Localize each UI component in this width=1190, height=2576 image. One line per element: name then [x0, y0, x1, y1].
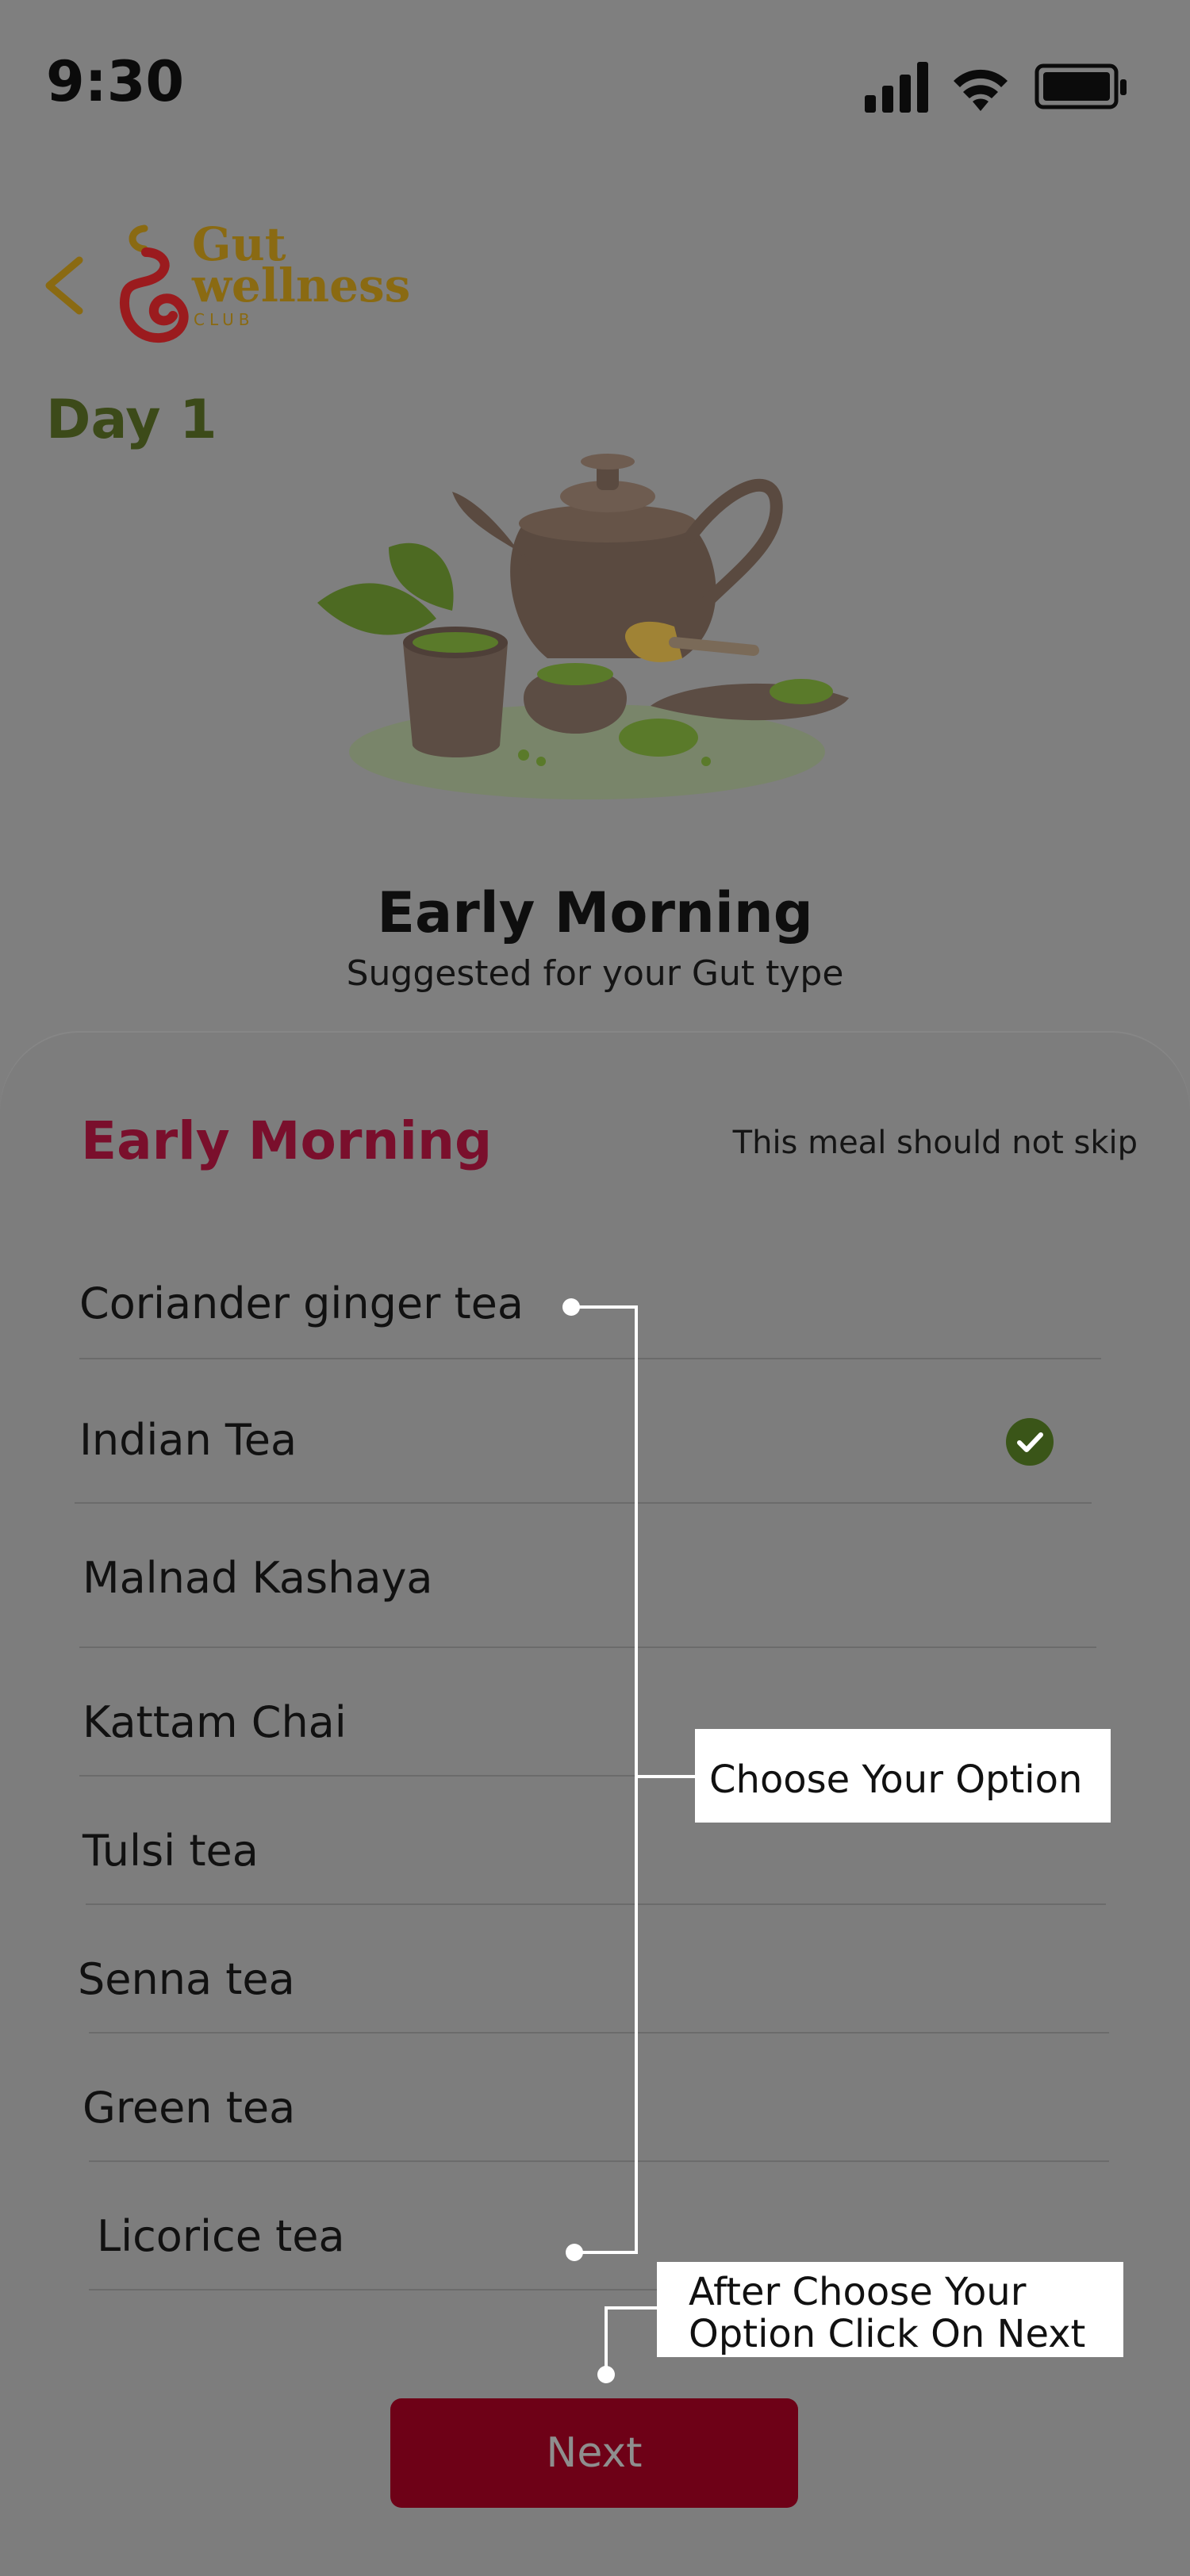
next-hint-line-1: After Choose Your — [689, 2270, 1027, 2314]
option-malnad-kashaya[interactable]: Malnad Kashaya — [83, 1553, 433, 1603]
divider — [79, 1358, 1101, 1359]
option-tulsi-tea[interactable]: Tulsi tea — [83, 1826, 259, 1876]
status-icons — [865, 62, 1127, 113]
hero-subtitle: Suggested for your Gut type — [346, 953, 844, 994]
svg-text:wellness: wellness — [191, 259, 410, 312]
option-senna-tea[interactable]: Senna tea — [78, 1954, 295, 2004]
option-coriander-ginger-tea[interactable]: Coriander ginger tea — [79, 1278, 524, 1328]
meal-note: This meal should not skip — [732, 1125, 1138, 1161]
divider — [89, 2032, 1109, 2034]
divider — [89, 2160, 1109, 2162]
next-hint-line-2: Option Click On Next — [689, 2312, 1086, 2356]
signal-icon — [865, 62, 928, 113]
gut-wellness-logo: Gut wellness CLUB — [119, 217, 410, 343]
svg-text:CLUB: CLUB — [194, 310, 254, 329]
option-kattam-chai[interactable]: Kattam Chai — [83, 1697, 347, 1747]
tea-set-illustration — [317, 454, 849, 799]
status-time: 9:30 — [46, 49, 185, 114]
wifi-icon — [954, 69, 1008, 111]
chevron-left-icon — [45, 256, 83, 315]
choose-option-callout: Choose Your Option — [695, 1729, 1111, 1823]
day-label: Day 1 — [46, 389, 217, 451]
hero-title: Early Morning — [377, 880, 813, 945]
next-button[interactable]: Next — [390, 2398, 798, 2508]
option-licorice-tea[interactable]: Licorice tea — [97, 2211, 345, 2261]
sheet-title: Early Morning — [81, 1110, 493, 1171]
divider — [75, 1502, 1092, 1504]
option-green-tea[interactable]: Green tea — [83, 2083, 295, 2133]
next-hint-callout: After Choose Your Option Click On Next — [657, 2262, 1123, 2357]
divider — [86, 1903, 1106, 1905]
divider — [79, 1646, 1096, 1648]
back-button[interactable] — [35, 246, 90, 325]
check-circle-icon — [1006, 1418, 1054, 1466]
battery-icon — [1035, 63, 1127, 109]
option-indian-tea[interactable]: Indian Tea — [79, 1415, 297, 1465]
